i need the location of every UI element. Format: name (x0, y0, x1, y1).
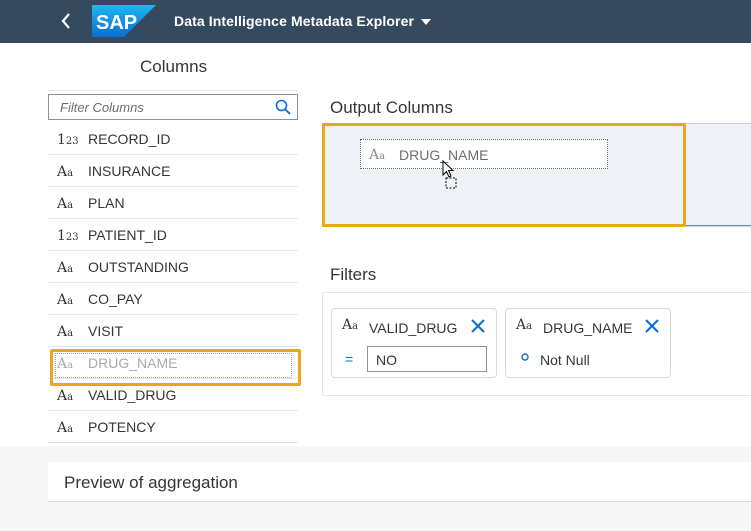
string-type-icon: Aa (342, 317, 358, 333)
caret-down-icon[interactable] (420, 17, 432, 27)
filter-column-name: DRUG_NAME (543, 320, 633, 336)
column-item-record-id[interactable]: 123 RECORD_ID (48, 123, 298, 155)
type-glyph-small: a (67, 328, 74, 339)
type-glyph-big: A (57, 324, 68, 340)
back-button[interactable] (56, 10, 76, 32)
circle-icon[interactable] (521, 353, 529, 361)
type-glyph-big: A (369, 147, 380, 163)
column-item-potency[interactable]: Aa POTENCY (48, 411, 298, 443)
column-name: CO_PAY (88, 291, 143, 307)
type-glyph-small: a (526, 321, 533, 332)
filters-title: Filters (330, 265, 377, 284)
type-glyph-small: a (67, 424, 74, 435)
string-type-icon: Aa (516, 317, 532, 333)
string-type-icon: Aa (57, 420, 73, 436)
type-glyph-small: a (67, 392, 74, 403)
type-glyph-big: A (57, 420, 68, 436)
integer-type-icon: 123 (57, 132, 79, 148)
filter-value-input[interactable]: NO (367, 346, 487, 372)
filter-card-drug-name: Aa DRUG_NAME Not Null (505, 308, 671, 378)
column-name: OUTSTANDING (88, 259, 189, 275)
type-glyph-small: a (67, 200, 74, 211)
string-type-icon: Aa (369, 147, 385, 163)
column-item-valid-drug[interactable]: Aa VALID_DRUG (48, 379, 298, 411)
column-name: PATIENT_ID (88, 227, 167, 243)
column-item-visit[interactable]: Aa VISIT (48, 315, 298, 347)
type-glyph-small: a (67, 264, 74, 275)
type-glyph-small: a (67, 360, 74, 371)
type-glyph-big: 1 (57, 132, 66, 148)
filter-condition: Not Null (540, 352, 590, 368)
string-type-icon: Aa (57, 356, 73, 372)
type-glyph-small: a (379, 151, 386, 162)
type-glyph-big: A (57, 388, 68, 404)
column-item-outstanding[interactable]: Aa OUTSTANDING (48, 251, 298, 283)
dragged-column-chip[interactable]: Aa DRUG_NAME (360, 139, 608, 169)
column-name: PLAN (88, 195, 125, 211)
string-type-icon: Aa (57, 196, 73, 212)
columns-title: Columns (140, 57, 208, 76)
type-glyph-big: A (516, 317, 527, 333)
column-name: VISIT (88, 323, 124, 339)
preview-panel[interactable]: Preview of aggregation (48, 462, 751, 502)
column-item-patient-id[interactable]: 123 PATIENT_ID (48, 219, 298, 251)
type-glyph-small: a (67, 296, 74, 307)
type-glyph-small: a (352, 321, 359, 332)
columns-list: 123 RECORD_ID Aa INSURANCE Aa PLAN 123 PATIENT_… (48, 123, 301, 443)
search-icon[interactable] (275, 99, 291, 115)
column-name: POTENCY (88, 419, 156, 435)
filter-columns-input[interactable] (49, 95, 269, 119)
column-item-plan[interactable]: Aa PLAN (48, 187, 298, 219)
string-type-icon: Aa (57, 260, 73, 276)
type-glyph-big: A (57, 260, 68, 276)
close-icon[interactable] (470, 318, 486, 334)
column-item-insurance[interactable]: Aa INSURANCE (48, 155, 298, 187)
sap-logo-text: SAP (96, 12, 137, 34)
divider (48, 90, 298, 91)
type-glyph-big: A (57, 164, 68, 180)
column-item-co-pay[interactable]: Aa CO_PAY (48, 283, 298, 315)
preview-title: Preview of aggregation (64, 473, 238, 492)
string-type-icon: Aa (57, 324, 73, 340)
close-icon[interactable] (644, 318, 660, 334)
column-name: VALID_DRUG (88, 387, 177, 403)
filter-card-valid-drug: Aa VALID_DRUG = NO (331, 308, 497, 378)
type-glyph-small: 23 (65, 136, 79, 147)
app-title[interactable]: Data Intelligence Metadata Explorer (174, 13, 414, 29)
sap-logo[interactable]: SAP (92, 5, 156, 37)
filter-columns-box[interactable] (48, 94, 298, 120)
type-glyph-big: A (57, 292, 68, 308)
type-glyph-small: 23 (65, 232, 79, 243)
integer-type-icon: 123 (57, 228, 79, 244)
type-glyph-big: A (342, 317, 353, 333)
output-columns-title: Output Columns (330, 98, 453, 117)
type-glyph-big: 1 (57, 228, 66, 244)
string-type-icon: Aa (57, 388, 73, 404)
type-glyph-small: a (67, 168, 74, 179)
string-type-icon: Aa (57, 164, 73, 180)
chevron-left-icon (61, 13, 70, 29)
main-panel: Columns 123RECORD_IDAaINSURANCEAaPLAN123… (0, 43, 751, 446)
column-name: DRUG_NAME (88, 355, 178, 371)
drag-cursor-icon (442, 160, 457, 189)
filter-operator[interactable]: = (345, 351, 353, 367)
type-glyph-big: A (57, 196, 68, 212)
column-name: RECORD_ID (88, 131, 171, 147)
sap-logo-icon: SAP (92, 5, 156, 37)
column-item-drug-name[interactable]: Aa DRUG_NAME (48, 347, 301, 386)
filter-column-name: VALID_DRUG (369, 320, 458, 336)
type-glyph-big: A (57, 356, 68, 372)
shell-bar: SAP Data Intelligence Metadata Explorer (0, 0, 751, 43)
column-name: INSURANCE (88, 163, 171, 179)
string-type-icon: Aa (57, 292, 73, 308)
